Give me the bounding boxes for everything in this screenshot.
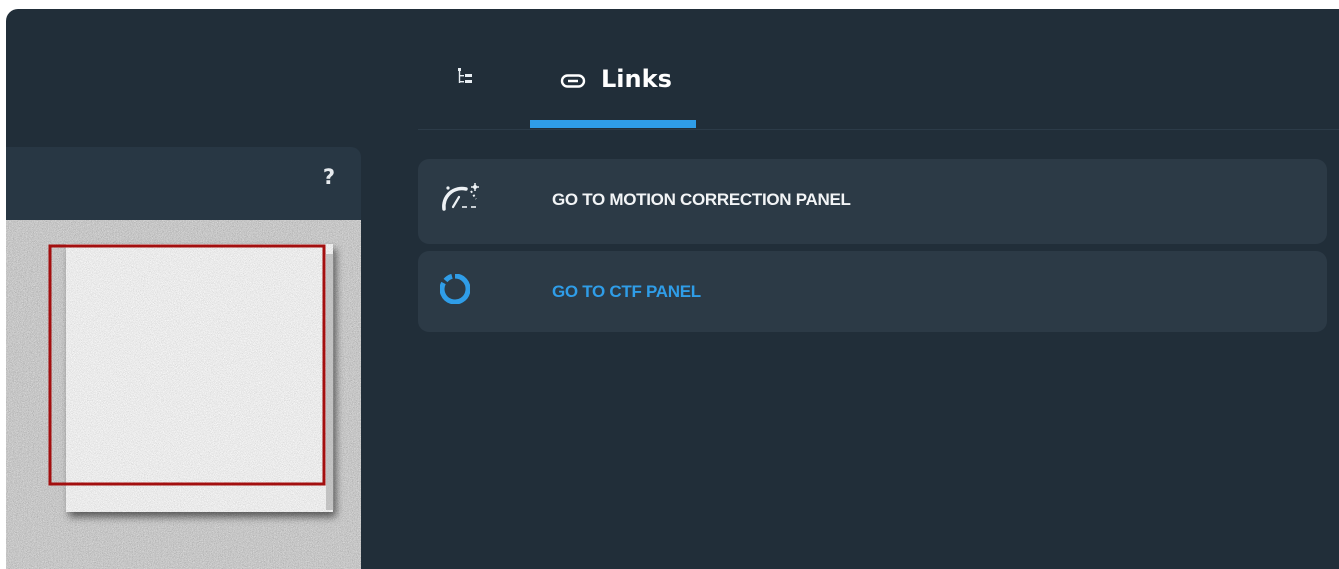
micrograph-panel: ? bbox=[6, 147, 361, 569]
tab-links[interactable]: Links bbox=[530, 52, 696, 128]
ctf-panel-link[interactable]: GO TO CTF PANEL bbox=[418, 251, 1327, 332]
help-button[interactable]: ? bbox=[323, 165, 335, 189]
micrograph-viewer[interactable] bbox=[6, 220, 361, 569]
active-tab-indicator bbox=[530, 120, 696, 128]
ring-icon bbox=[440, 274, 470, 304]
tree-icon bbox=[458, 68, 472, 83]
tab-tree[interactable] bbox=[453, 65, 477, 89]
tab-divider bbox=[418, 129, 1339, 130]
app-window: ? Links GO TO MOTION CORRECTION PANEL GO… bbox=[6, 9, 1339, 569]
motion-correction-link[interactable]: GO TO MOTION CORRECTION PANEL bbox=[418, 159, 1327, 244]
ctf-panel-link-label: GO TO CTF PANEL bbox=[552, 282, 701, 301]
tab-links-label: Links bbox=[601, 65, 672, 93]
tab-bar: Links bbox=[418, 9, 1339, 130]
speedometer-icon bbox=[442, 183, 479, 211]
link-icon bbox=[560, 74, 586, 88]
motion-correction-link-label: GO TO MOTION CORRECTION PANEL bbox=[552, 190, 851, 209]
micrograph-image bbox=[6, 220, 361, 569]
